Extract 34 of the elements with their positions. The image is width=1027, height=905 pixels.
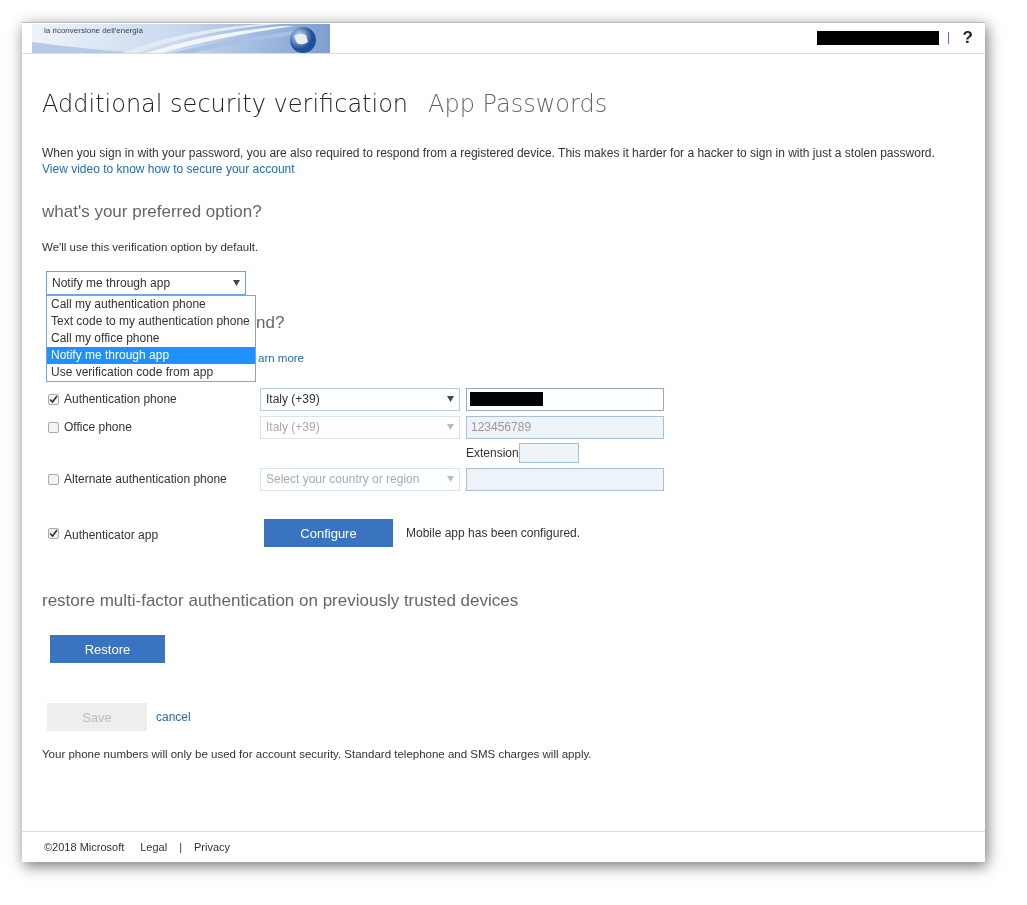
tab[interactable]: App Passwords: [428, 90, 608, 118]
option-dropdown[interactable]: Notify me through app: [46, 271, 246, 295]
section-heading: what's your preferred option?: [42, 202, 263, 222]
method-label: Authenticator app: [64, 528, 159, 542]
intro-text: When you sign in with your password, you are also required to respond from a registered device. This makes it harder for a hacker to sign in with just a stolen password.: [42, 146, 935, 160]
section-heading: restore multi-factor authentication on previously trusted devices: [42, 591, 520, 611]
tab[interactable]: Additional security verification: [42, 90, 409, 118]
method-label: Office phone: [64, 420, 132, 434]
status-text: Mobile app has been configured.: [406, 526, 581, 540]
method-label: Authentication phone: [64, 392, 177, 406]
dropdown-option[interactable]: Notify me through app: [47, 347, 255, 364]
section-heading: nd?: [256, 313, 285, 333]
checkbox[interactable]: [48, 527, 59, 539]
caret-icon: [233, 280, 240, 286]
footer-link[interactable]: Legal: [140, 841, 168, 853]
separator-text: |: [179, 841, 183, 853]
caret-icon: [447, 424, 454, 430]
configure-button[interactable]: Configure: [264, 519, 393, 547]
method-label: Alternate authentication phone: [64, 472, 227, 486]
country-select[interactable]: Italy (+39): [260, 387, 460, 411]
note-text: We'll use this verification option by default.: [42, 241, 260, 253]
checkbox[interactable]: [48, 393, 59, 405]
caret-icon: [447, 476, 454, 482]
learn-more-link[interactable]: arn more: [258, 352, 305, 366]
copyright-text: ©2018 Microsoft: [44, 841, 125, 853]
cancel-link[interactable]: cancel: [156, 710, 191, 724]
footer-link[interactable]: Privacy: [194, 841, 231, 853]
help-icon[interactable]: ?: [962, 28, 973, 48]
caret-icon: [447, 396, 454, 402]
video-link[interactable]: View video to know how to secure your account: [42, 162, 295, 176]
restore-button[interactable]: Restore: [50, 635, 165, 663]
extension-label: Extension: [466, 446, 519, 460]
logo-text: la riconversione dell'energia: [44, 26, 143, 35]
disclaimer-text: Your phone numbers will only be used for account security. Standard telephone and SMS charges will apply.: [42, 748, 593, 760]
